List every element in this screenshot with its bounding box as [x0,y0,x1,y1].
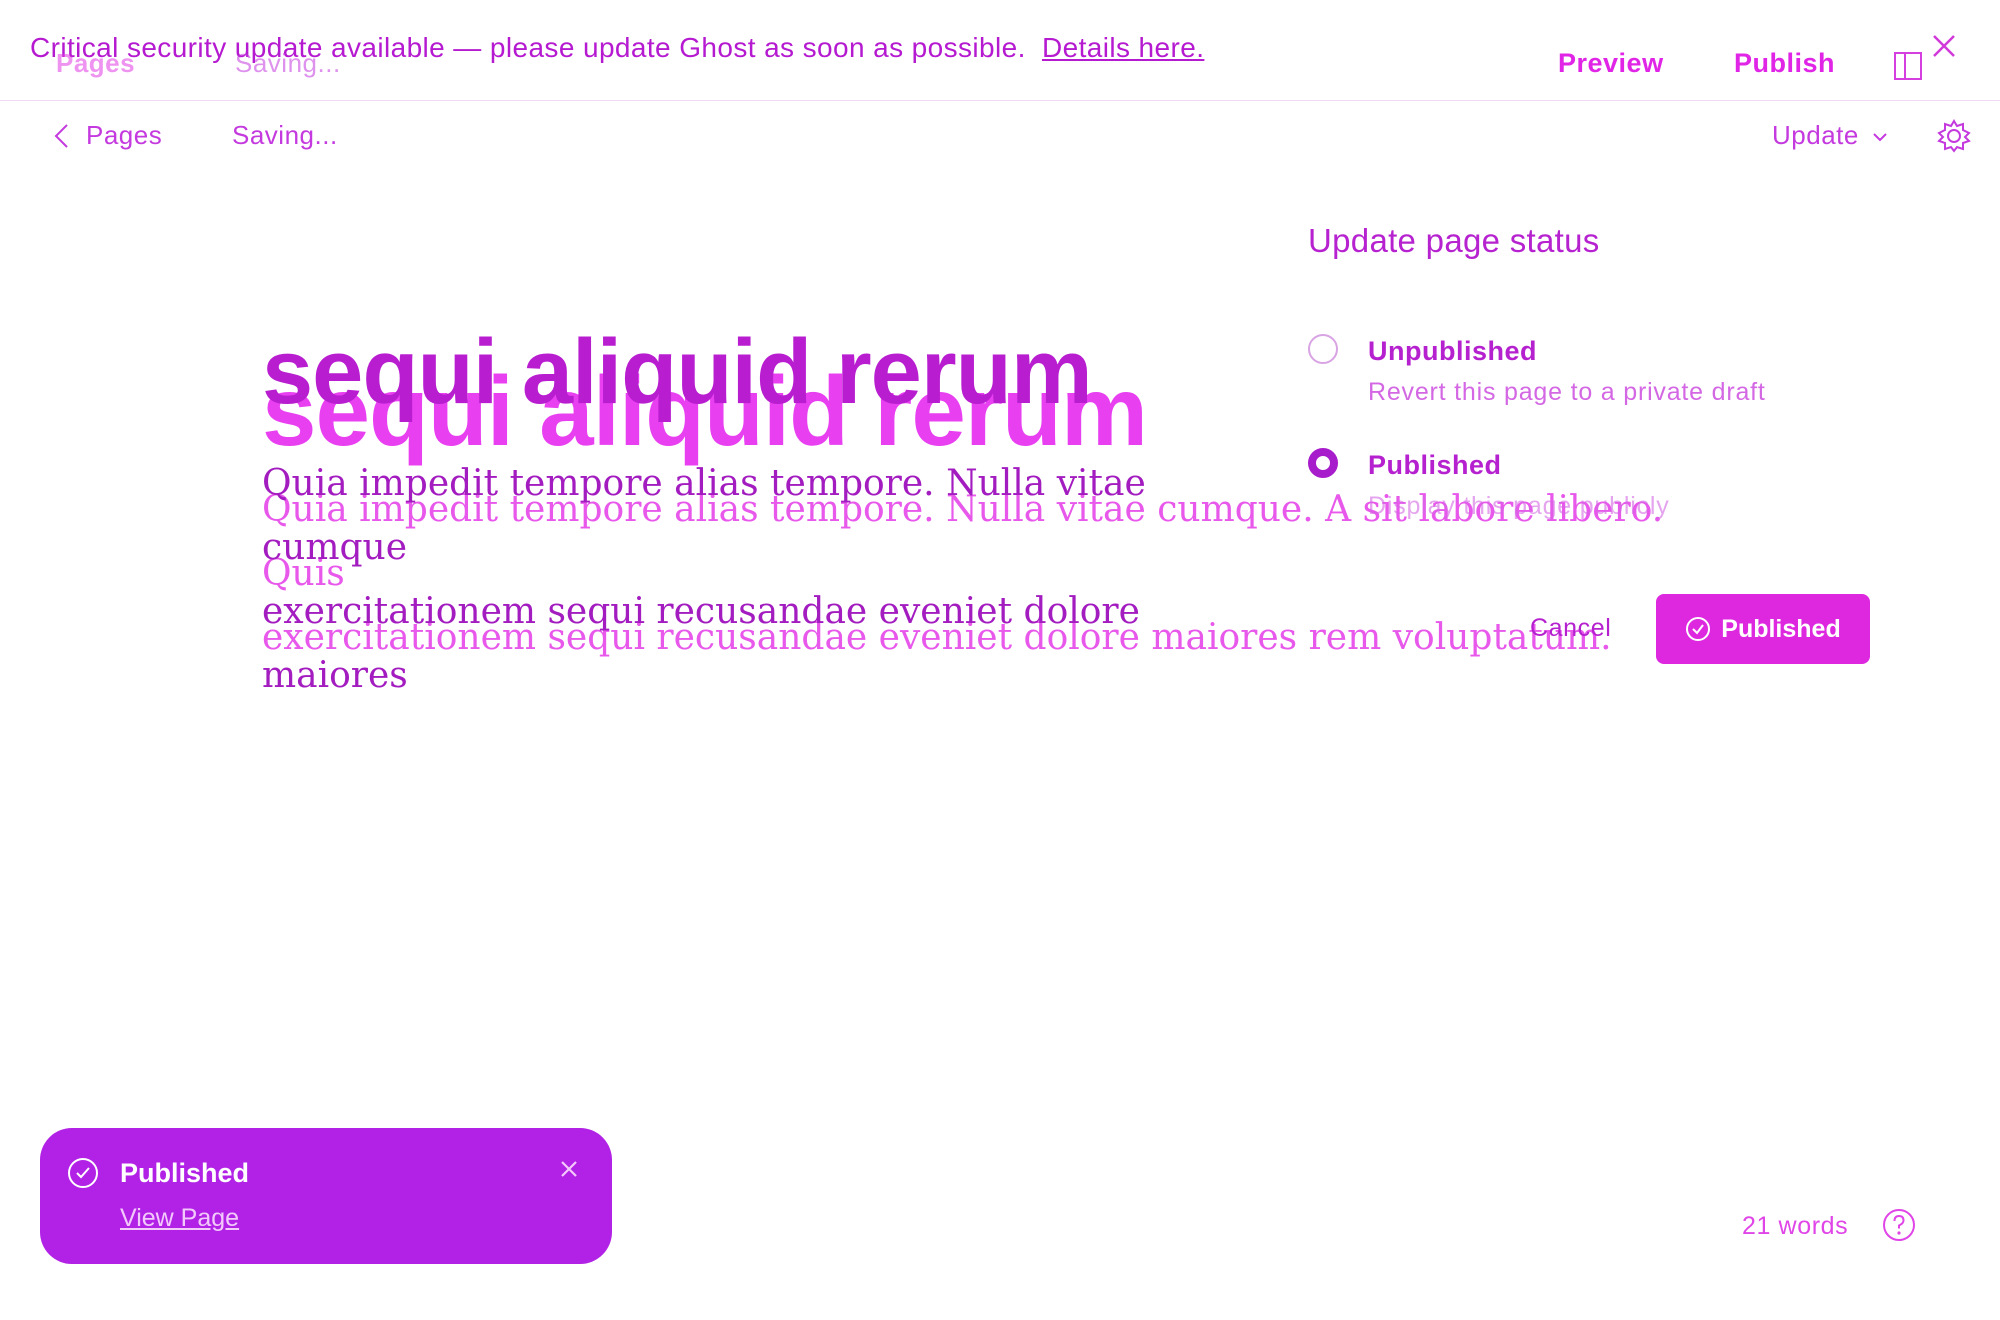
ghost-back-label: Pages [56,48,136,78]
body-line-1: Quia impedit tempore alias tempore. Null… [262,463,1146,568]
help-icon[interactable] [1882,1208,1916,1242]
check-circle-icon [1686,617,1711,641]
security-banner: Critical security update available — ple… [30,32,1204,64]
post-body[interactable]: Quia impedit tempore alias tempore. Null… [262,452,1292,708]
banner-text: Critical security update available — ple… [30,32,1026,63]
option-unpublished-label[interactable]: Unpublished [1368,336,1537,367]
update-label: Update [1772,120,1859,150]
option-published-label[interactable]: Published [1368,450,1502,481]
save-status: Saving... [232,120,338,150]
ghost-nav: Pages [56,48,135,79]
published-toast: Published View Page [40,1128,612,1264]
chevron-left-icon[interactable] [52,122,72,150]
option-unpublished-description: Revert this page to a private draft [1368,378,1766,406]
option-published-description: Display this page publicly [1368,492,1670,520]
sidebar-toggle-icon[interactable] [1892,50,1924,82]
update-dropdown[interactable]: Update [1772,120,1889,151]
ghost-status: Saving... [235,48,341,78]
publish-button[interactable]: Publish [1734,48,1835,79]
back-to-pages-link[interactable]: Pages [86,120,162,151]
toast-title: Published [120,1158,250,1188]
confirm-published-label: Published [1721,614,1841,643]
confirm-published-button[interactable]: Published [1656,594,1870,664]
close-icon[interactable] [1924,26,1964,66]
header-divider [0,100,2000,101]
status-panel-title: Update page status [1308,222,1600,259]
cancel-button[interactable]: Cancel [1530,614,1611,643]
banner-details-link[interactable]: Details here. [1042,32,1204,63]
body-line-2: exercitationem sequi recusandae eveniet … [262,591,1140,696]
chevron-down-icon [1872,133,1887,142]
radio-unpublished[interactable] [1308,334,1338,364]
post-title[interactable]: sequi aliquid rerum [262,320,1093,425]
gear-icon[interactable] [1936,118,1972,154]
check-circle-icon [68,1158,98,1188]
preview-button[interactable]: Preview [1558,48,1664,79]
view-page-link[interactable]: View Page [120,1204,239,1233]
close-icon[interactable] [556,1156,582,1182]
word-count: 21 words [1742,1212,1849,1240]
radio-published[interactable] [1308,448,1338,478]
